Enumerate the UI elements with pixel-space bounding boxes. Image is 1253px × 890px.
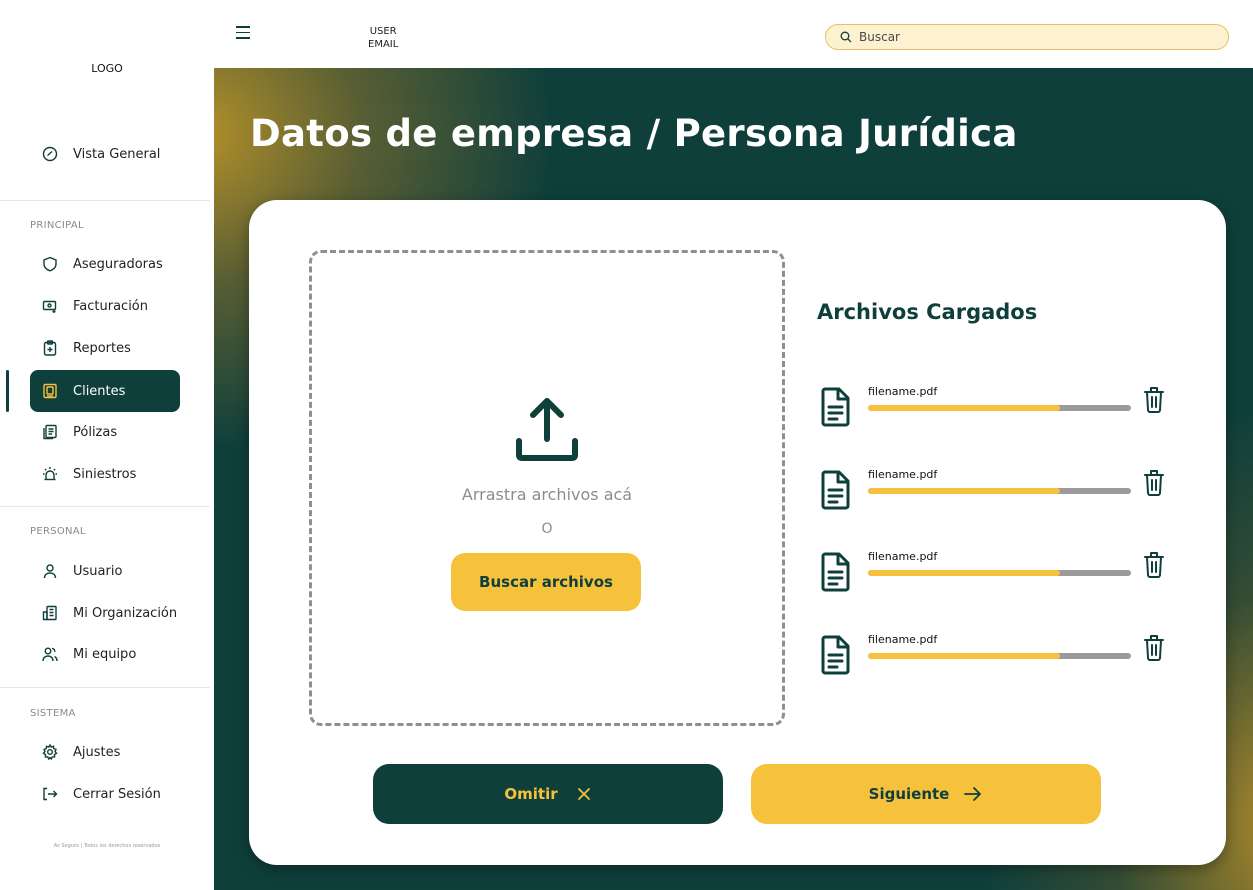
trash-icon[interactable] bbox=[1143, 550, 1165, 578]
sidebar-item-label: Mi Organización bbox=[73, 605, 178, 621]
sidebar-item-reportes[interactable]: Reportes bbox=[30, 327, 180, 369]
upload-progress-bar bbox=[868, 653, 1131, 659]
file-row: filename.pdf bbox=[819, 633, 1179, 677]
omit-button[interactable]: Omitir bbox=[373, 764, 723, 824]
section-title-personal: PERSONAL bbox=[30, 526, 86, 537]
upload-card: Arrastra archivos acá O Buscar archivos … bbox=[249, 200, 1226, 865]
file-row: filename.pdf bbox=[819, 550, 1179, 594]
file-row: filename.pdf bbox=[819, 385, 1179, 429]
sidebar-item-label: Ajustes bbox=[73, 744, 121, 760]
sidebar-item-label: Reportes bbox=[73, 340, 131, 356]
upload-icon bbox=[516, 398, 578, 461]
sidebar-item-siniestros[interactable]: Siniestros bbox=[30, 453, 180, 495]
topbar: USER EMAIL bbox=[214, 0, 1253, 68]
upload-progress-fill bbox=[868, 405, 1060, 411]
gear-icon bbox=[42, 744, 58, 760]
user-info[interactable]: USER EMAIL bbox=[368, 25, 398, 51]
sidebar-item-label: Mi equipo bbox=[73, 646, 137, 662]
clipboard-icon bbox=[42, 340, 58, 356]
sidebar-item-label: Clientes bbox=[73, 383, 126, 399]
search-bar[interactable] bbox=[825, 24, 1229, 50]
sidebar-item-ajustes[interactable]: Ajustes bbox=[30, 731, 180, 773]
gauge-icon bbox=[42, 146, 58, 162]
shield-icon bbox=[42, 256, 58, 272]
upload-progress-fill bbox=[868, 653, 1060, 659]
document-icon bbox=[821, 635, 850, 675]
search-icon bbox=[840, 31, 852, 43]
trash-icon[interactable] bbox=[1143, 468, 1165, 496]
sidebar-item-label: Pólizas bbox=[73, 424, 118, 440]
browse-files-button[interactable]: Buscar archivos bbox=[451, 553, 641, 611]
trash-icon[interactable] bbox=[1143, 633, 1165, 661]
active-indicator bbox=[6, 370, 9, 412]
sidebar-item-cerrar-sesion[interactable]: Cerrar Sesión bbox=[30, 773, 180, 815]
uploaded-files-title: Archivos Cargados bbox=[817, 300, 1038, 324]
document-icon bbox=[821, 552, 850, 592]
page-title: Datos de empresa / Persona Jurídica bbox=[250, 112, 1018, 155]
team-icon bbox=[42, 646, 58, 662]
section-title-principal: PRINCIPAL bbox=[30, 220, 84, 231]
divider bbox=[0, 200, 210, 201]
sidebar-item-usuario[interactable]: Usuario bbox=[30, 550, 180, 592]
document-icon bbox=[821, 387, 850, 427]
file-dropzone[interactable]: Arrastra archivos acá O Buscar archivos bbox=[309, 250, 785, 726]
upload-progress-fill bbox=[868, 570, 1060, 576]
search-input[interactable] bbox=[859, 30, 1199, 44]
sidebar-item-label: Cerrar Sesión bbox=[73, 786, 161, 802]
trash-icon[interactable] bbox=[1143, 385, 1165, 413]
omit-button-label: Omitir bbox=[504, 785, 558, 803]
sidebar-item-label: Facturación bbox=[73, 298, 148, 314]
sidebar-item-aseguradoras[interactable]: Aseguradoras bbox=[30, 243, 180, 285]
file-row: filename.pdf bbox=[819, 468, 1179, 512]
sidebar-item-label: Siniestros bbox=[73, 466, 137, 482]
close-icon bbox=[577, 788, 590, 800]
dropzone-text: Arrastra archivos acá bbox=[461, 485, 633, 504]
sidebar: LOGO Vista General PRINCIPAL Aseguradora… bbox=[0, 0, 214, 890]
next-button-label: Siguiente bbox=[868, 785, 950, 803]
building-icon bbox=[42, 605, 58, 621]
hamburger-menu-icon[interactable] bbox=[236, 26, 250, 40]
billing-icon bbox=[42, 298, 58, 314]
logo: LOGO bbox=[91, 62, 123, 75]
sidebar-item-vista-general[interactable]: Vista General bbox=[30, 133, 180, 175]
section-title-sistema: SISTEMA bbox=[30, 708, 76, 719]
file-name: filename.pdf bbox=[868, 468, 938, 481]
contact-book-icon bbox=[42, 383, 58, 399]
divider bbox=[0, 687, 210, 688]
siren-icon bbox=[42, 466, 58, 482]
file-name: filename.pdf bbox=[868, 550, 938, 563]
document-icon bbox=[821, 470, 850, 510]
logout-icon bbox=[42, 786, 58, 802]
footer-copyright: Av Seguro | Todos los derechos reservado… bbox=[53, 843, 161, 849]
sidebar-item-label: Vista General bbox=[73, 146, 161, 162]
upload-progress-fill bbox=[868, 488, 1060, 494]
upload-progress-bar bbox=[868, 405, 1131, 411]
user-icon bbox=[42, 563, 58, 579]
sidebar-item-mi-equipo[interactable]: Mi equipo bbox=[30, 633, 180, 675]
upload-progress-bar bbox=[868, 488, 1131, 494]
sidebar-item-facturacion[interactable]: Facturación bbox=[30, 285, 180, 327]
sidebar-item-mi-organizacion[interactable]: Mi Organización bbox=[30, 592, 180, 634]
file-name: filename.pdf bbox=[868, 385, 938, 398]
dropzone-or: O bbox=[541, 521, 553, 537]
user-email: EMAIL bbox=[368, 39, 399, 50]
main-content: Datos de empresa / Persona Jurídica Arra… bbox=[214, 68, 1253, 890]
file-name: filename.pdf bbox=[868, 633, 938, 646]
divider bbox=[0, 506, 210, 507]
arrow-right-icon bbox=[964, 787, 982, 801]
sidebar-item-polizas[interactable]: Pólizas bbox=[30, 411, 180, 453]
sidebar-item-clientes[interactable]: Clientes bbox=[30, 370, 180, 412]
sidebar-item-label: Usuario bbox=[73, 563, 123, 579]
sidebar-item-label: Aseguradoras bbox=[73, 256, 163, 272]
documents-icon bbox=[42, 424, 58, 440]
user-name: USER bbox=[369, 26, 397, 37]
upload-progress-bar bbox=[868, 570, 1131, 576]
next-button[interactable]: Siguiente bbox=[751, 764, 1101, 824]
